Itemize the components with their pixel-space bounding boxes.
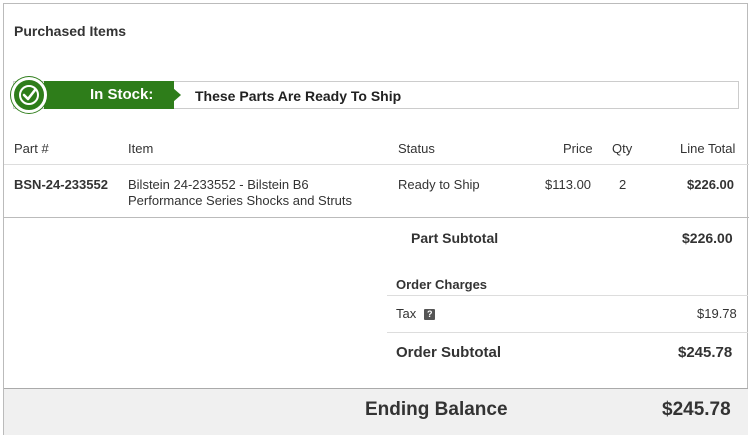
part-number[interactable]: BSN-24-233552 [14,177,108,192]
header-qty: Qty [612,141,633,156]
header-part-number: Part # [14,141,49,156]
tax-value: $19.78 [697,306,737,321]
order-charges-divider [387,295,748,296]
in-stock-label: In Stock: [90,86,154,103]
item-qty: 2 [619,177,627,192]
ending-balance-value: $245.78 [662,399,731,420]
header-price: Price [563,141,593,156]
item-description[interactable]: Bilstein 24-233552 - Bilstein B6 Perform… [128,177,352,209]
purchased-items-panel [3,3,748,435]
item-line-2: Performance Series Shocks and Struts [128,193,352,208]
help-icon[interactable]: ? [424,309,436,320]
order-subtotal-label: Order Subtotal [396,344,502,361]
part-subtotal-label: Part Subtotal [411,230,499,246]
header-status: Status [398,141,435,156]
in-stock-banner: In Stock: These Parts Are Ready To Ship [11,77,739,113]
item-price: $113.00 [545,177,592,192]
tag-arrow [173,88,181,102]
order-subtotal-value: $245.78 [678,344,733,361]
in-stock-message: These Parts Are Ready To Ship [195,88,402,104]
part-subtotal-value: $226.00 [682,230,733,246]
order-charges-label: Order Charges [396,277,488,292]
header-divider [4,164,749,165]
ending-balance-label: Ending Balance [365,399,508,420]
item-line-1: Bilstein 24-233552 - Bilstein B6 [128,177,309,192]
item-status: Ready to Ship [398,177,480,192]
tax-divider [387,332,748,333]
tax-label: Tax [396,306,417,321]
row-divider [4,217,749,218]
ending-balance-bar: Ending Balance $245.78 [4,388,748,435]
in-stock-tag: In Stock: [44,81,174,109]
header-item: Item [128,141,154,156]
section-title: Purchased Items [14,23,127,39]
tax-row: Tax? [396,306,436,321]
header-line-total: Line Total [680,141,736,156]
item-line-total: $226.00 [687,177,734,192]
check-circle-icon [11,77,47,113]
